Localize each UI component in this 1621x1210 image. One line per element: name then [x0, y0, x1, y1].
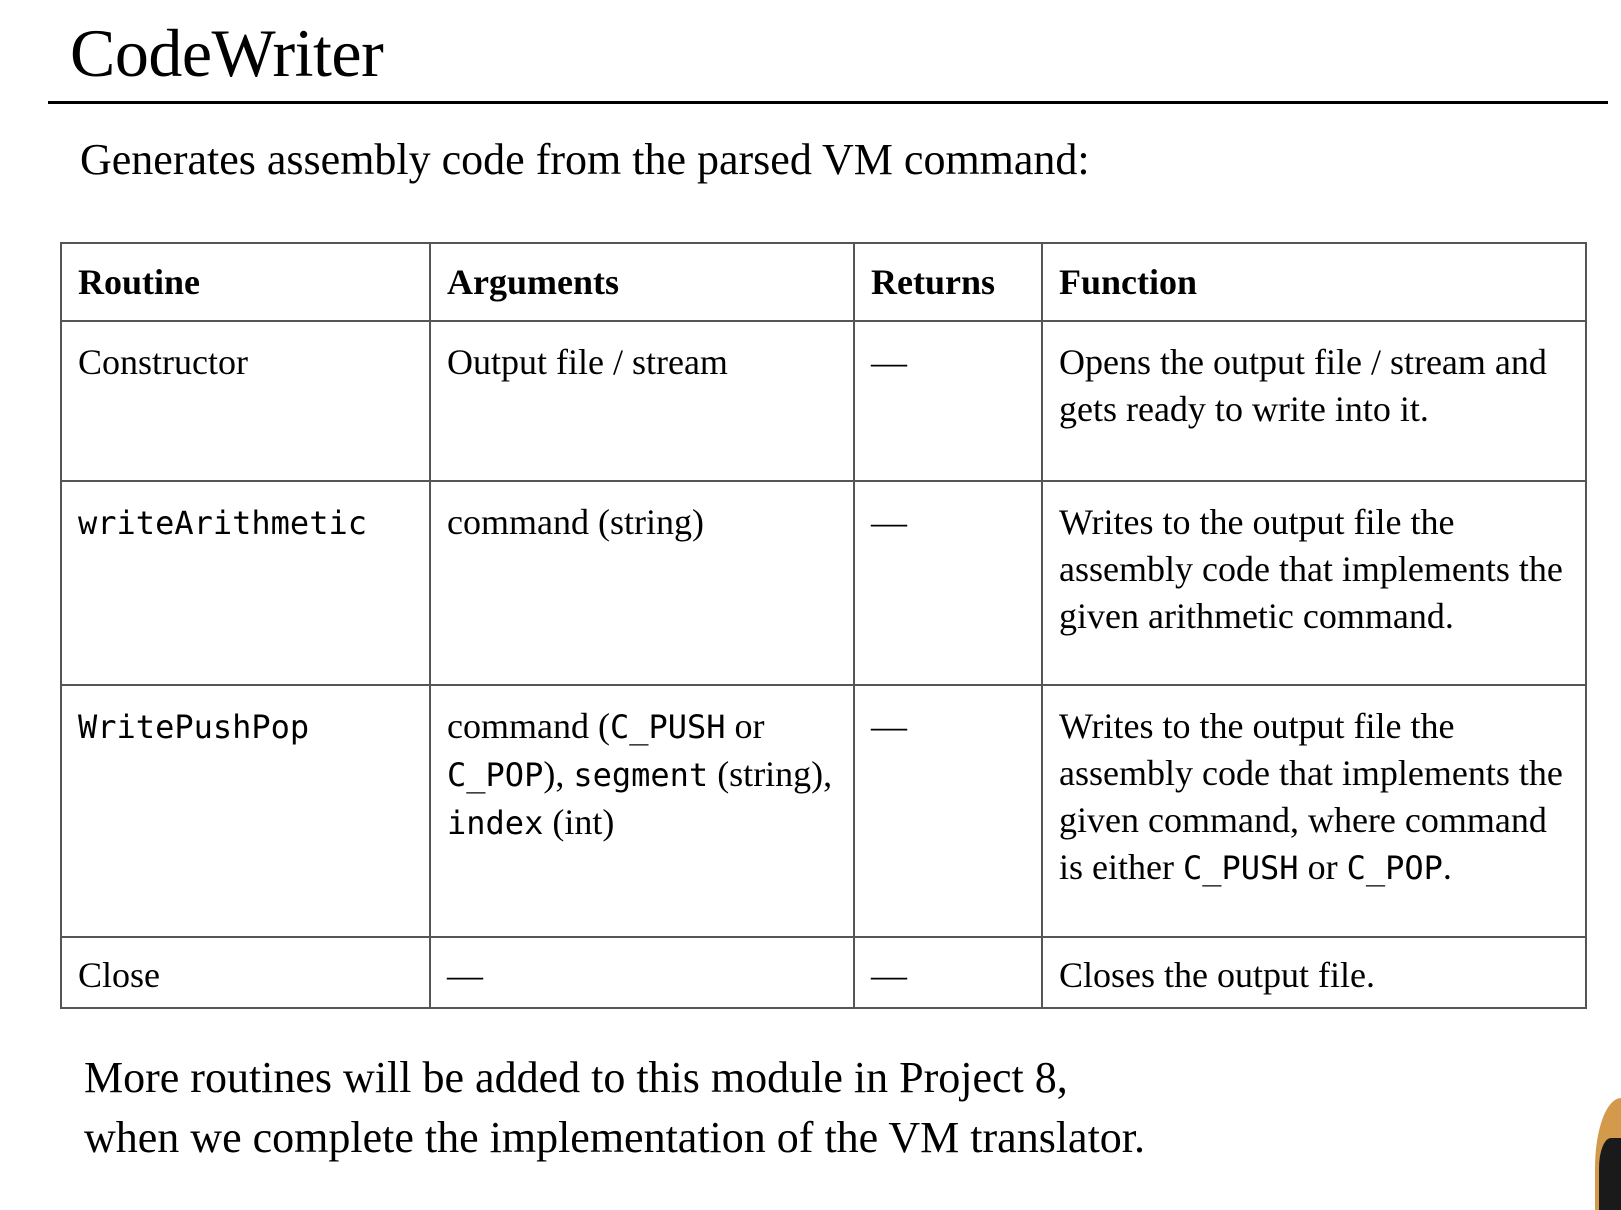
- slide-title: CodeWriter: [70, 15, 384, 91]
- header-routine: Routine: [60, 242, 431, 322]
- function-cell: Closes the output file.: [1041, 936, 1587, 1009]
- arguments-cell: command (string): [429, 480, 855, 686]
- footer-line-1: More routines will be added to this modu…: [84, 1053, 1068, 1102]
- footer-note: More routines will be added to this modu…: [84, 1048, 1145, 1168]
- routines-table: Routine Arguments Returns Function Const…: [60, 242, 1587, 1009]
- title-divider: [48, 101, 1608, 104]
- slide: CodeWriter Generates assembly code from …: [0, 0, 1621, 1210]
- arg-code-push: C_PUSH: [609, 708, 726, 746]
- function-code-pop: C_POP: [1346, 849, 1443, 887]
- routine-cell: Constructor: [60, 320, 431, 482]
- arguments-cell: Output file / stream: [429, 320, 855, 482]
- header-function: Function: [1041, 242, 1587, 322]
- arg-code-pop: C_POP: [447, 756, 544, 794]
- arg-code-index: index: [447, 804, 544, 842]
- table-row: writeArithmetic command (string) — Write…: [60, 480, 1587, 686]
- routine-cell: Close: [60, 936, 431, 1009]
- header-returns: Returns: [853, 242, 1043, 322]
- returns-cell: —: [853, 684, 1043, 938]
- arg-code-segment: segment: [573, 756, 709, 794]
- table-header-row: Routine Arguments Returns Function: [60, 242, 1587, 322]
- arguments-cell: command (C_PUSH or C_POP), segment (stri…: [429, 684, 855, 938]
- footer-line-2: when we complete the implementation of t…: [84, 1113, 1146, 1162]
- routine-code: writeArithmetic: [78, 504, 367, 542]
- function-cell: Writes to the output file the assembly c…: [1041, 684, 1587, 938]
- routine-cell: WritePushPop: [60, 684, 431, 938]
- arg-text: or: [725, 706, 765, 746]
- returns-cell: —: [853, 320, 1043, 482]
- returns-cell: —: [853, 480, 1043, 686]
- function-cell: Writes to the output file the assembly c…: [1041, 480, 1587, 686]
- function-code-push: C_PUSH: [1182, 849, 1299, 887]
- arg-text: (int): [543, 802, 615, 842]
- function-text: .: [1442, 847, 1452, 887]
- arg-text: command (: [447, 706, 610, 746]
- arg-text: ),: [543, 754, 574, 794]
- header-arguments: Arguments: [429, 242, 855, 322]
- routine-cell: writeArithmetic: [60, 480, 431, 686]
- table-row: Constructor Output file / stream — Opens…: [60, 320, 1587, 482]
- function-cell: Opens the output file / stream and gets …: [1041, 320, 1587, 482]
- routine-code: WritePushPop: [78, 708, 310, 746]
- arg-text: (string),: [708, 754, 833, 794]
- table-row: WritePushPop command (C_PUSH or C_POP), …: [60, 684, 1587, 938]
- presenter-video-edge: [1595, 1098, 1621, 1210]
- arguments-cell: —: [429, 936, 855, 1009]
- function-text: or: [1298, 847, 1347, 887]
- table-row: Close — — Closes the output file.: [60, 936, 1587, 1009]
- slide-subtitle: Generates assembly code from the parsed …: [80, 135, 1090, 184]
- returns-cell: —: [853, 936, 1043, 1009]
